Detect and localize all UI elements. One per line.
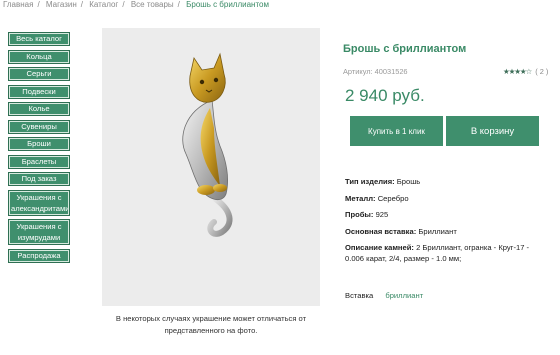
sidebar-item-rings[interactable]: Кольца: [8, 49, 70, 64]
catalog-sidebar: Весь каталог Кольца Серьги Подвески Коль…: [8, 32, 70, 266]
rating-count: ( 2 ): [535, 67, 549, 76]
product-image[interactable]: [102, 28, 320, 306]
sidebar-item-souvenirs[interactable]: Сувениры: [8, 119, 70, 134]
sidebar-item-emerald[interactable]: Украшения с изумрудами: [8, 219, 70, 245]
product-price: 2 940 руб.: [345, 86, 425, 105]
breadcrumb-home[interactable]: Главная: [3, 0, 33, 9]
add-to-cart-button[interactable]: В корзину: [446, 116, 539, 146]
buy-one-click-button[interactable]: Купить в 1 клик: [350, 116, 443, 146]
property-stones: Описание камней: 2 Бриллиант, огранка - …: [345, 243, 530, 263]
sidebar-item-bracelets[interactable]: Браслеты: [8, 154, 70, 169]
sidebar-item-sale[interactable]: Распродажа: [8, 248, 70, 263]
property-hallmark: Пробы: 925: [345, 210, 389, 219]
star-icon: ★★★★☆: [503, 67, 532, 76]
sidebar-item-earrings[interactable]: Серьги: [8, 67, 70, 81]
image-disclaimer: В некоторых случаях украшение может отли…: [115, 314, 307, 335]
insert-value-link[interactable]: бриллиант: [385, 291, 423, 300]
insert-row: Вставка бриллиант: [345, 291, 423, 300]
brooch-cat-illustration: [182, 52, 233, 237]
product-article: Артикул: 40031526: [343, 67, 408, 76]
product-properties: Тип изделия: Брошь Металл: Серебро Пробы…: [345, 176, 545, 270]
sidebar-item-all[interactable]: Весь каталог: [8, 32, 70, 46]
sidebar-item-necklaces[interactable]: Колье: [8, 102, 70, 116]
sidebar-item-pendants[interactable]: Подвески: [8, 84, 70, 99]
product-title: Брошь с бриллиантом: [343, 43, 467, 55]
property-main-insert: Основная вставка: Бриллиант: [345, 226, 457, 236]
breadcrumb-current: Брошь с бриллиантом: [186, 0, 269, 9]
property-metal: Металл: Серебро: [345, 193, 409, 203]
sidebar-item-brooches[interactable]: Броши: [8, 137, 70, 151]
breadcrumb-all-goods[interactable]: Все товары: [131, 0, 174, 9]
breadcrumb-catalog[interactable]: Каталог: [89, 0, 118, 9]
sidebar-item-alexandrite[interactable]: Украшения с александритами: [8, 189, 70, 216]
sidebar-item-custom-order[interactable]: Под заказ: [8, 172, 70, 186]
product-rating[interactable]: ★★★★☆ ( 2 ): [503, 67, 548, 76]
breadcrumb-shop[interactable]: Магазин: [46, 0, 77, 9]
insert-label: Вставка: [345, 291, 374, 300]
breadcrumb: Главная / Магазин / Каталог / Все товары / Б…: [3, 0, 269, 9]
property-type: Тип изделия: Брошь: [345, 177, 421, 186]
